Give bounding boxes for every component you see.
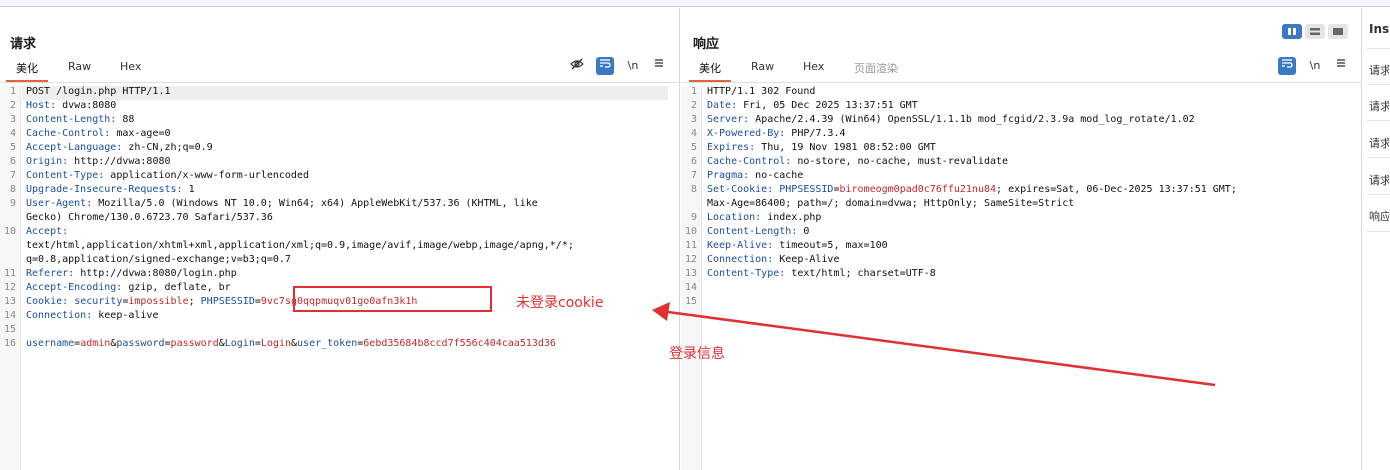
annotation-arrow: [652, 302, 1216, 387]
